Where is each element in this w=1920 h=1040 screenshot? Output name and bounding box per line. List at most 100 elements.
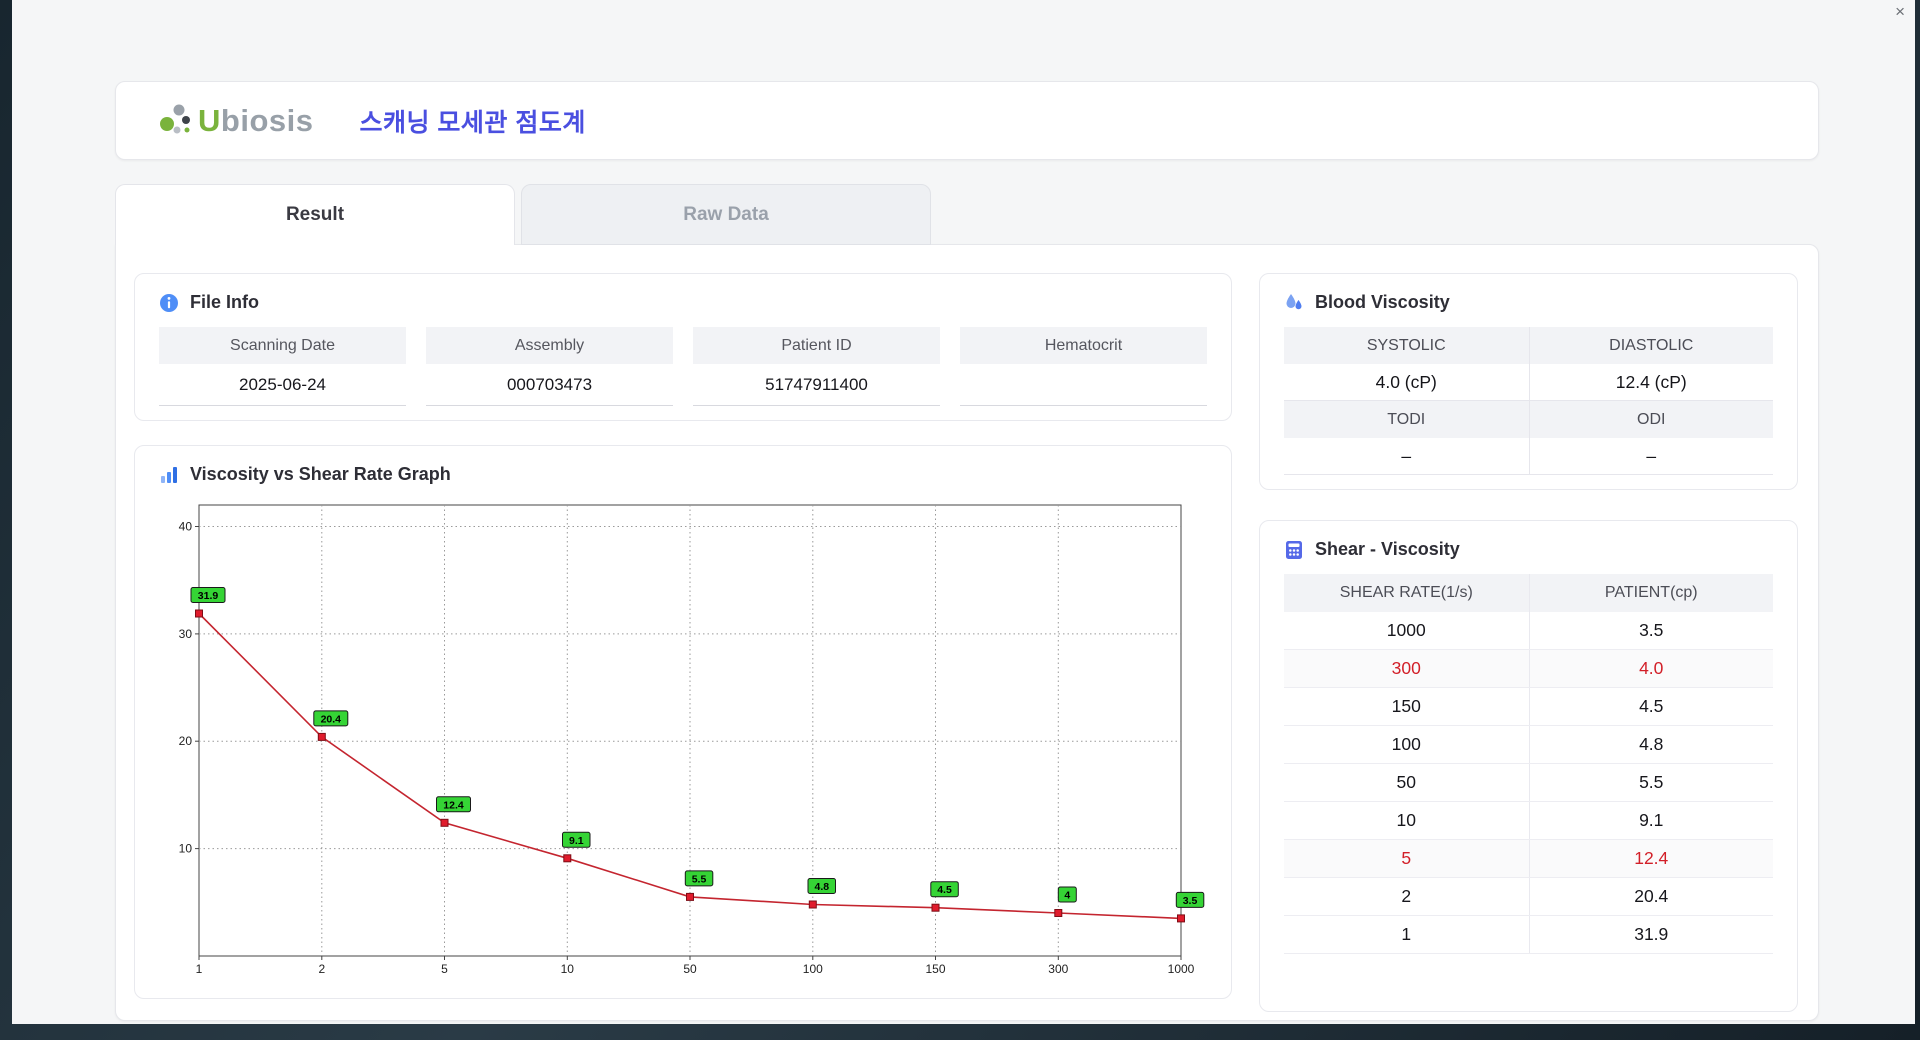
shear-rate-cell: 10 — [1396, 810, 1416, 830]
svg-text:31.9: 31.9 — [198, 590, 219, 602]
close-icon[interactable]: × — [1895, 3, 1905, 20]
calculator-icon — [1286, 540, 1302, 559]
file-info-panel: File Info Scanning Date 2025-06-24 Assem… — [134, 273, 1232, 421]
shear-viscosity-panel: Shear - Viscosity SHEAR RATE(1/s) PATIEN… — [1259, 520, 1798, 1012]
file-info-title: File Info — [190, 292, 259, 312]
tab-bar: Result Raw Data — [115, 184, 1819, 245]
dots-logo-icon — [160, 104, 190, 133]
patient-cp-cell: 5.5 — [1528, 764, 1774, 801]
patient-cp-cell: 4.5 — [1528, 688, 1774, 725]
chart-area: 10 20 30 40 1 2 5 10 50 100 150 300 1000 31.9 20.4 12.4… — [159, 499, 1207, 984]
shear-rate-cell: 1 — [1401, 924, 1412, 944]
shear-rate-cell: 2 — [1401, 886, 1412, 906]
svg-text:4: 4 — [1064, 890, 1070, 902]
logo-letter-u: U — [198, 102, 221, 138]
table-row: 1 31.9 — [1284, 916, 1773, 954]
app-header: Ubiosis 스캐닝 모세관 점도계 — [115, 81, 1819, 160]
shear-rate-cell: 50 — [1396, 772, 1416, 792]
file-info-fields: Scanning Date 2025-06-24 Assembly 000703… — [159, 327, 1207, 406]
blood-viscosity-title-row: Blood Viscosity — [1284, 292, 1773, 313]
svg-text:300: 300 — [1048, 962, 1068, 976]
file-info-title-row: File Info — [159, 292, 1207, 313]
field-value — [960, 364, 1207, 406]
svg-text:10: 10 — [561, 962, 575, 976]
table-row: 50 5.5 — [1284, 764, 1773, 802]
logo-rest: biosis — [220, 102, 314, 138]
svg-text:30: 30 — [179, 627, 193, 641]
patient-cp-cell: 12.4 — [1528, 840, 1774, 877]
svg-text:4.5: 4.5 — [937, 884, 952, 896]
left-column: File Info Scanning Date 2025-06-24 Assem… — [134, 273, 1232, 1012]
svg-text:40: 40 — [179, 520, 193, 534]
graph-title-row: Viscosity vs Shear Rate Graph — [159, 464, 1207, 485]
shear-table-header: SHEAR RATE(1/s) PATIENT(cp) — [1284, 574, 1773, 612]
patient-cp-cell: 20.4 — [1528, 878, 1774, 915]
file-info-field: Patient ID 51747911400 — [693, 327, 940, 406]
bv-header-cell: TODI — [1284, 401, 1529, 438]
svg-text:12.4: 12.4 — [443, 799, 464, 811]
bv-value-cell: 4.0 (cP) — [1284, 364, 1529, 401]
patient-cp-cell: 4.8 — [1528, 726, 1774, 763]
svg-text:3.5: 3.5 — [1183, 895, 1198, 907]
svg-text:150: 150 — [925, 962, 945, 976]
bv-header-cell: ODI — [1528, 401, 1773, 438]
bv-value-cell: – — [1284, 438, 1529, 475]
field-label: Assembly — [426, 327, 673, 364]
ubiosis-logo: Ubiosis — [156, 100, 313, 142]
logo-text: Ubiosis — [198, 103, 313, 139]
right-column: Blood Viscosity SYSTOLIC DIASTOLIC 4.0 (… — [1259, 273, 1798, 1012]
svg-text:1: 1 — [196, 962, 203, 976]
table-row: 5 12.4 — [1284, 840, 1773, 878]
shear-viscosity-title: Shear - Viscosity — [1315, 539, 1460, 559]
svg-text:50: 50 — [683, 962, 697, 976]
graph-title: Viscosity vs Shear Rate Graph — [190, 464, 451, 484]
svg-text:20.4: 20.4 — [321, 713, 342, 725]
svg-text:4.8: 4.8 — [814, 881, 829, 893]
shear-viscosity-title-row: Shear - Viscosity — [1284, 539, 1773, 560]
shear-rate-cell: 100 — [1391, 734, 1421, 754]
patient-cp-cell: 31.9 — [1528, 916, 1774, 953]
tab-result[interactable]: Result — [115, 184, 515, 245]
bv-header-cell: SYSTOLIC — [1284, 327, 1529, 364]
shear-rate-cell: 150 — [1391, 696, 1421, 716]
bv-value-cell: 12.4 (cP) — [1528, 364, 1773, 401]
field-label: Patient ID — [693, 327, 940, 364]
info-icon — [160, 293, 178, 312]
blood-viscosity-title: Blood Viscosity — [1315, 292, 1450, 312]
table-row: 100 4.8 — [1284, 726, 1773, 764]
svg-text:5.5: 5.5 — [692, 873, 707, 885]
shear-table-body: 1000 3.5 300 4.0 150 4.5 100 4.8 50 5.5 … — [1284, 612, 1773, 954]
table-row: 10 9.1 — [1284, 802, 1773, 840]
field-value: 2025-06-24 — [159, 364, 406, 406]
table-row: 300 4.0 — [1284, 650, 1773, 688]
page-title: 스캐닝 모세관 점도계 — [359, 108, 586, 137]
svg-text:1000: 1000 — [1168, 962, 1195, 976]
bv-header-cell: DIASTOLIC — [1528, 327, 1773, 364]
result-content: File Info Scanning Date 2025-06-24 Assem… — [115, 244, 1819, 1021]
file-info-field: Hematocrit — [960, 327, 1207, 406]
svg-text:9.1: 9.1 — [569, 835, 584, 847]
app-window: × Ubiosis 스캐닝 모세관 점도계 Result Raw Data Fi… — [12, 0, 1915, 1024]
field-label: Scanning Date — [159, 327, 406, 364]
svg-text:5: 5 — [441, 962, 448, 976]
bv-value-cell: – — [1528, 438, 1773, 475]
file-info-field: Assembly 000703473 — [426, 327, 673, 406]
table-row: 2 20.4 — [1284, 878, 1773, 916]
svg-text:10: 10 — [179, 842, 193, 856]
shear-rate-cell: 5 — [1401, 848, 1412, 868]
shear-rate-cell: 300 — [1391, 658, 1421, 678]
patient-cp-cell: 3.5 — [1528, 612, 1774, 649]
page: Ubiosis 스캐닝 모세관 점도계 Result Raw Data File… — [115, 81, 1819, 1021]
graph-panel: Viscosity vs Shear Rate Graph 10 20 30 40 1 2… — [134, 445, 1232, 999]
column-header-shear-rate: SHEAR RATE(1/s) — [1339, 584, 1473, 601]
tab-raw-data[interactable]: Raw Data — [521, 184, 931, 245]
table-row: 1000 3.5 — [1284, 612, 1773, 650]
droplet-icon — [1286, 293, 1302, 309]
svg-text:2: 2 — [318, 962, 325, 976]
blood-viscosity-table: SYSTOLIC DIASTOLIC 4.0 (cP) 12.4 (cP) TOD… — [1284, 327, 1773, 475]
patient-cp-cell: 4.0 — [1528, 650, 1774, 687]
file-info-field: Scanning Date 2025-06-24 — [159, 327, 406, 406]
field-label: Hematocrit — [960, 327, 1207, 364]
shear-rate-cell: 1000 — [1386, 620, 1426, 640]
svg-text:100: 100 — [803, 962, 823, 976]
